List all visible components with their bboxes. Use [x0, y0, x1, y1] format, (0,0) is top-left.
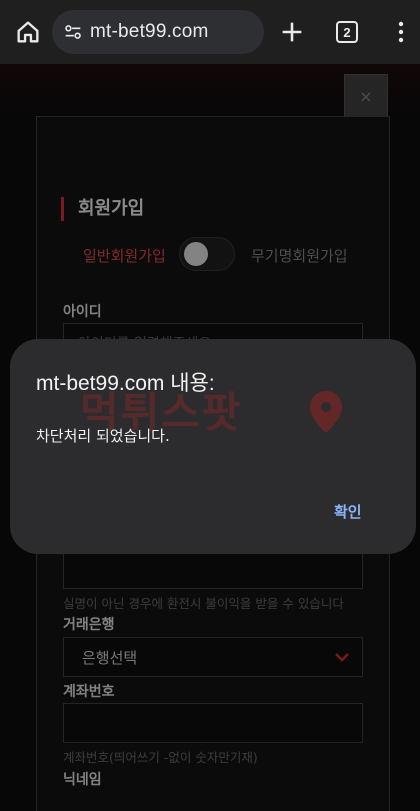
more-menu-icon[interactable]: [396, 20, 406, 44]
ok-button[interactable]: 확인: [328, 497, 368, 526]
alert-dialog: 먹튀스팟 mt-bet99.com 내용: 차단처리 되었습니다. 확인: [10, 339, 416, 554]
site-settings-icon[interactable]: [62, 21, 84, 43]
alert-title: mt-bet99.com 내용:: [36, 372, 215, 395]
address-bar[interactable]: mt-bet99.com: [52, 10, 264, 54]
new-tab-icon[interactable]: [278, 18, 306, 46]
tab-switcher-button[interactable]: 2: [336, 21, 358, 43]
browser-toolbar: mt-bet99.com 2: [0, 0, 420, 64]
alert-message: 차단처리 되었습니다.: [36, 427, 170, 445]
url-text: mt-bet99.com: [90, 21, 209, 42]
home-icon[interactable]: [14, 18, 42, 46]
